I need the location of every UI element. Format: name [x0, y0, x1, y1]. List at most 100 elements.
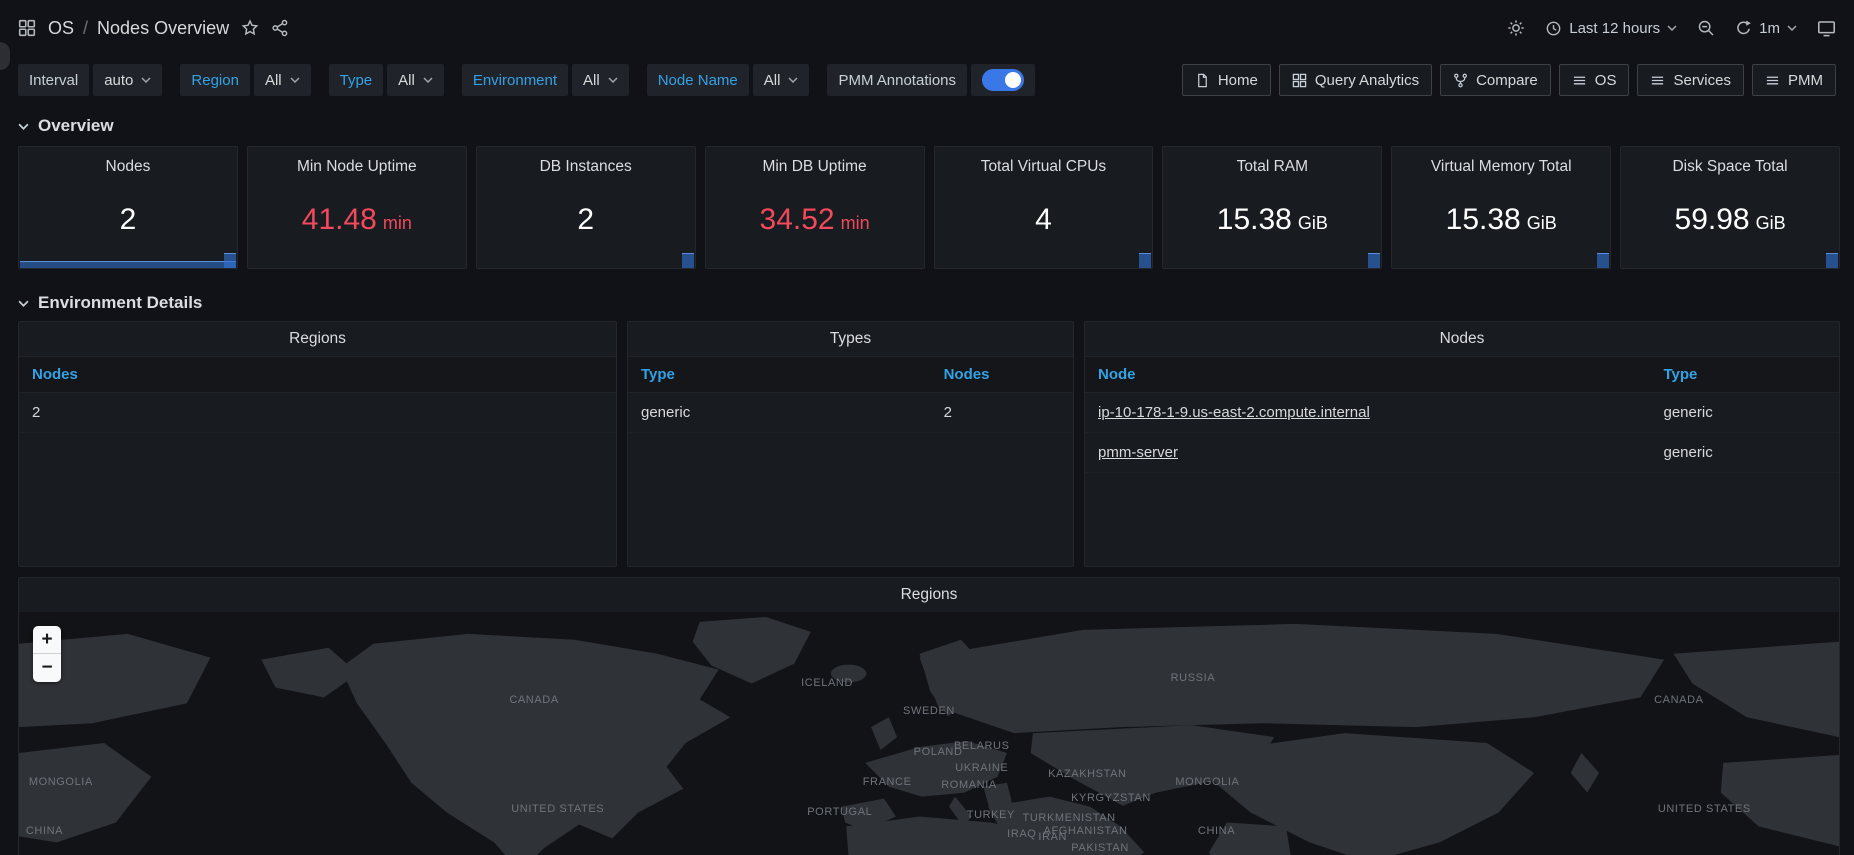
- stat-panel-virtual-memory-total[interactable]: Virtual Memory Total 15.38GiB: [1391, 146, 1611, 269]
- zoom-out-button[interactable]: −: [33, 654, 61, 682]
- breadcrumb-folder[interactable]: OS: [48, 18, 74, 39]
- clock-icon: [1545, 20, 1562, 37]
- chevron-down-icon: [788, 77, 798, 83]
- regions-map-panel: Regions: [18, 577, 1840, 855]
- link-os[interactable]: OS: [1559, 64, 1630, 96]
- link-home[interactable]: Home: [1182, 64, 1271, 96]
- stat-panel-min-node-uptime[interactable]: Min Node Uptime 41.48min: [247, 146, 467, 269]
- node-name-select[interactable]: All: [753, 64, 810, 96]
- link-query-analytics-label: Query Analytics: [1315, 72, 1419, 89]
- table-row: 2: [19, 393, 616, 433]
- link-compare[interactable]: Compare: [1440, 64, 1551, 96]
- link-compare-label: Compare: [1476, 72, 1538, 89]
- sparkline: [1368, 253, 1380, 268]
- stat-value: 15.38GiB: [1392, 203, 1610, 237]
- stat-panel-nodes[interactable]: Nodes 2: [18, 146, 238, 269]
- sparkline: [1139, 253, 1151, 268]
- chevron-down-icon: [608, 77, 618, 83]
- type-select[interactable]: All: [387, 64, 444, 96]
- world-map-landmass: [19, 612, 1839, 855]
- panel-title: Nodes: [19, 147, 237, 176]
- section-environment-details[interactable]: Environment Details: [0, 269, 1854, 321]
- stat-value: 59.98GiB: [1621, 203, 1839, 237]
- toggle-knob: [1005, 72, 1021, 88]
- panel-title: DB Instances: [477, 147, 695, 176]
- dashboard-settings-gear-icon[interactable]: [1507, 19, 1525, 37]
- node-link[interactable]: ip-10-178-1-9.us-east-2.compute.internal: [1098, 404, 1370, 421]
- interval-value: auto: [104, 72, 133, 89]
- cell-nodes-count: 2: [931, 393, 1073, 433]
- apps-icon[interactable]: [18, 19, 36, 37]
- type-value: All: [398, 72, 415, 89]
- panel-title: Nodes: [1085, 322, 1839, 356]
- share-icon[interactable]: [271, 19, 289, 37]
- breadcrumb-dashboard-title: Nodes Overview: [97, 18, 229, 39]
- refresh-button[interactable]: 1m: [1735, 20, 1797, 37]
- region-select[interactable]: All: [254, 64, 311, 96]
- column-header-nodes[interactable]: Nodes: [19, 357, 616, 393]
- pmm-annotations-toggle-wrap: [971, 64, 1035, 96]
- refresh-icon: [1735, 20, 1752, 37]
- link-services[interactable]: Services: [1637, 64, 1744, 96]
- breadcrumb: OS / Nodes Overview: [48, 18, 229, 39]
- link-query-analytics[interactable]: Query Analytics: [1279, 64, 1432, 96]
- types-table: Type Nodes generic 2: [628, 356, 1073, 433]
- filter-region: Region All: [180, 64, 310, 96]
- time-range-label: Last 12 hours: [1569, 20, 1660, 37]
- column-header-type[interactable]: Type: [628, 357, 931, 393]
- star-icon[interactable]: [241, 19, 259, 37]
- sparkline-bump: [224, 253, 236, 268]
- node-name-label: Node Name: [647, 64, 749, 96]
- stat-panel-disk-space-total[interactable]: Disk Space Total 59.98GiB: [1620, 146, 1840, 269]
- menu-icon: [1572, 73, 1587, 88]
- stat-panel-total-ram[interactable]: Total RAM 15.38GiB: [1162, 146, 1382, 269]
- panel-title: Total RAM: [1163, 147, 1381, 176]
- interval-select[interactable]: auto: [93, 64, 162, 96]
- panel-title: Disk Space Total: [1621, 147, 1839, 176]
- panel-title: Min Node Uptime: [248, 147, 466, 176]
- regions-table: Nodes 2: [19, 356, 616, 433]
- stat-value: 4: [935, 203, 1153, 237]
- stat-value: 34.52min: [706, 203, 924, 237]
- node-link[interactable]: pmm-server: [1098, 444, 1178, 461]
- chevron-down-icon: [1667, 25, 1677, 31]
- link-pmm-label: PMM: [1788, 72, 1823, 89]
- environment-select[interactable]: All: [572, 64, 629, 96]
- column-header-nodes[interactable]: Nodes: [931, 357, 1073, 393]
- sparkline: [20, 261, 236, 268]
- stat-value: 2: [477, 203, 695, 237]
- nodes-table-panel: Nodes Node Type ip-10-178-1-9.us-east-2.…: [1084, 321, 1840, 567]
- interval-label: Interval: [18, 64, 89, 96]
- pmm-annotations-toggle[interactable]: [982, 69, 1024, 91]
- section-overview-label: Overview: [38, 116, 114, 136]
- stat-panel-db-instances[interactable]: DB Instances 2: [476, 146, 696, 269]
- chevron-down-icon: [18, 300, 29, 307]
- chevron-down-icon: [423, 77, 433, 83]
- link-os-label: OS: [1595, 72, 1617, 89]
- cell-type: generic: [1651, 433, 1840, 473]
- section-overview[interactable]: Overview: [0, 104, 1854, 146]
- zoom-out-time-icon[interactable]: [1697, 19, 1715, 37]
- filter-environment: Environment All: [462, 64, 629, 96]
- table-row: ip-10-178-1-9.us-east-2.compute.internal…: [1085, 393, 1839, 433]
- column-header-type[interactable]: Type: [1651, 357, 1840, 393]
- filter-pmm-annotations: PMM Annotations: [827, 64, 1035, 96]
- world-map[interactable]: RUSSIA CANADA ICELAND SWEDEN BELARUS POL…: [19, 612, 1839, 855]
- column-header-node[interactable]: Node: [1085, 357, 1651, 393]
- cell-nodes-count: 2: [19, 393, 616, 433]
- stat-panel-total-virtual-cpus[interactable]: Total Virtual CPUs 4: [934, 146, 1154, 269]
- stat-value: 41.48min: [248, 203, 466, 237]
- link-pmm[interactable]: PMM: [1752, 64, 1836, 96]
- stat-panel-min-db-uptime[interactable]: Min DB Uptime 34.52min: [705, 146, 925, 269]
- sparkline: [1597, 253, 1609, 268]
- zoom-in-button[interactable]: +: [33, 626, 61, 654]
- grid-icon: [1292, 73, 1307, 88]
- tv-mode-icon[interactable]: [1817, 19, 1836, 38]
- refresh-interval-label: 1m: [1759, 20, 1780, 37]
- menu-icon: [1650, 73, 1665, 88]
- nodes-table: Node Type ip-10-178-1-9.us-east-2.comput…: [1085, 356, 1839, 473]
- chevron-down-icon: [290, 77, 300, 83]
- overview-stats-row: Nodes 2 Min Node Uptime 41.48min DB Inst…: [0, 146, 1854, 269]
- stat-value: 15.38GiB: [1163, 203, 1381, 237]
- time-range-picker[interactable]: Last 12 hours: [1545, 20, 1677, 37]
